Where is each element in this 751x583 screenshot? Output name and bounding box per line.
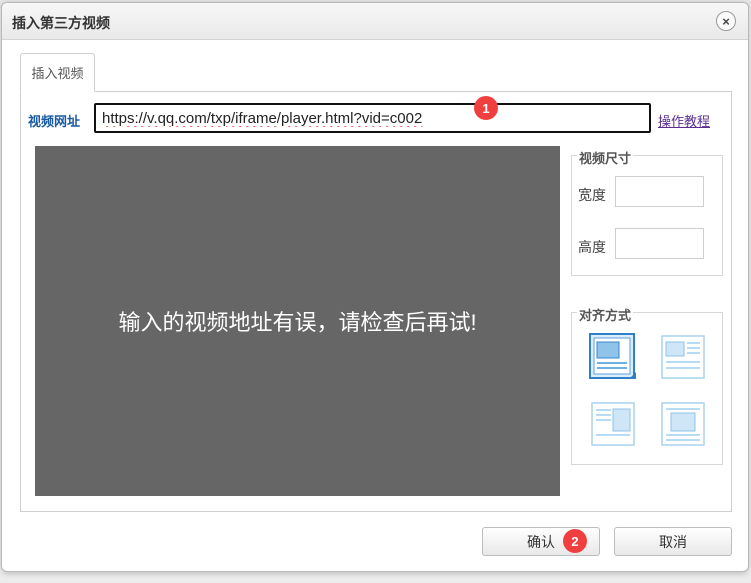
- align-center-button[interactable]: [659, 400, 707, 448]
- cancel-label: 取消: [659, 533, 687, 550]
- cancel-button[interactable]: 取消: [614, 527, 732, 556]
- align-right-icon: [591, 402, 635, 446]
- preview-error-message: 输入的视频地址有误，请检查后再试!: [118, 310, 477, 335]
- video-url-label: 视频网址: [28, 114, 81, 129]
- align-left-button[interactable]: [659, 333, 707, 381]
- align-none-icon: [589, 333, 636, 379]
- insert-video-dialog: 插入第三方视频 × 插入视频 视频网址 1 操作教程 输入的视频地址有误，请检查…: [1, 2, 749, 572]
- dialog-titlebar: 插入第三方视频 ×: [2, 3, 748, 40]
- align-center-icon: [661, 402, 705, 446]
- tutorial-link[interactable]: 操作教程: [658, 111, 710, 130]
- height-input[interactable]: [615, 228, 704, 259]
- align-left-icon: [661, 335, 705, 379]
- tab-insert-video[interactable]: 插入视频: [20, 53, 95, 92]
- confirm-label: 确认: [527, 533, 555, 550]
- close-icon: ×: [722, 13, 730, 29]
- background-page-bottom: [0, 573, 751, 583]
- width-label: 宽度: [578, 187, 606, 203]
- alignment-legend: 对齐方式: [577, 305, 634, 324]
- step-badge-1: 1: [474, 96, 498, 120]
- dialog-title: 插入第三方视频: [12, 15, 110, 31]
- width-input[interactable]: [615, 176, 704, 207]
- close-button[interactable]: ×: [716, 11, 736, 31]
- video-url-input[interactable]: [94, 103, 651, 133]
- align-right-button[interactable]: [589, 400, 637, 448]
- step-badge-2: 2: [563, 529, 587, 553]
- video-preview: 输入的视频地址有误，请检查后再试!: [35, 146, 560, 496]
- height-label: 高度: [578, 239, 606, 255]
- align-none-button[interactable]: [589, 333, 637, 381]
- video-size-legend: 视频尺寸: [577, 148, 634, 167]
